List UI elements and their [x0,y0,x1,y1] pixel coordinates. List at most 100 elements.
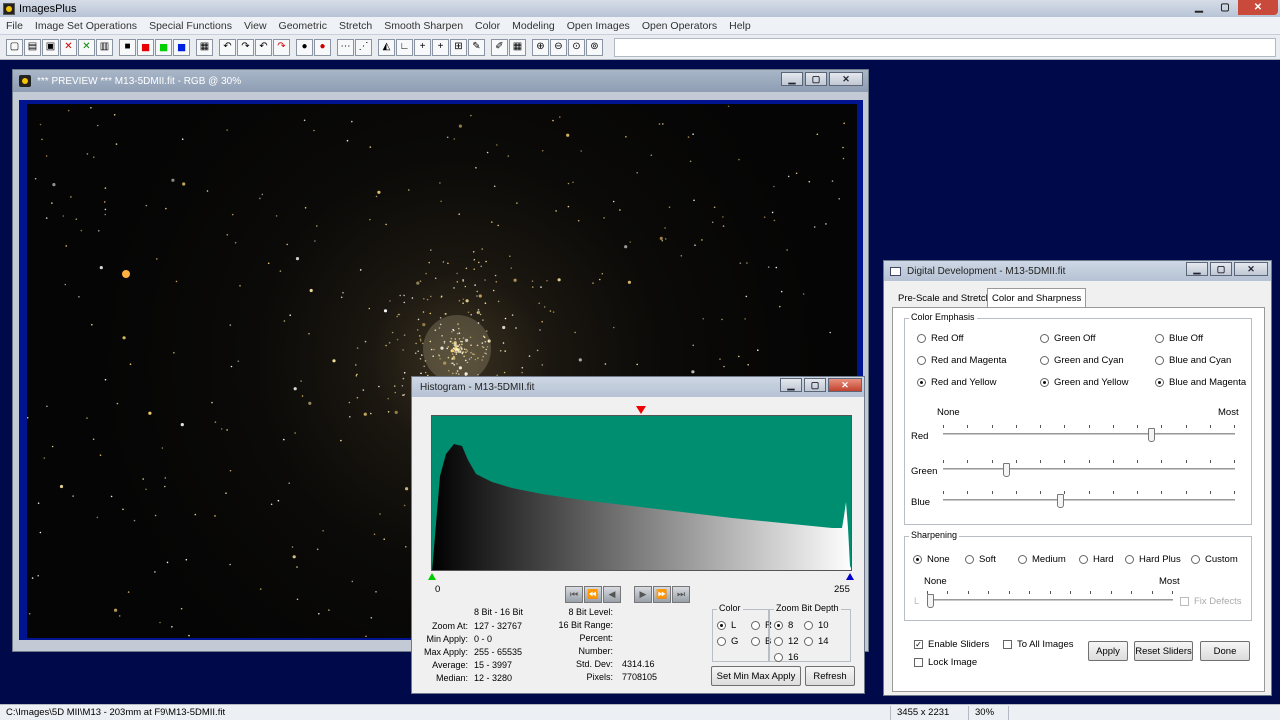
emphasis-radio-red-and-magenta-dot[interactable] [917,356,926,365]
menu-item-smooth-sharpen[interactable]: Smooth Sharpen [378,20,469,32]
set-min-max-apply-button[interactable]: Set Min Max Apply [711,666,801,686]
sharpening-radio-soft-dot[interactable] [965,555,974,564]
max-apply-marker[interactable] [846,573,854,580]
zoom-radio-14[interactable]: 14 [804,636,829,647]
zoom-radio-12[interactable]: 12 [774,636,799,647]
zoom-out-icon[interactable]: ⊖ [550,38,567,56]
midpoint-marker[interactable] [636,406,646,414]
point-icon[interactable]: ● [296,38,313,56]
back-button[interactable]: ◀ [603,586,621,603]
paint-icon[interactable]: ✎ [468,38,485,56]
histogram-plot[interactable] [431,415,852,571]
zoom-fit-icon[interactable]: ⊙ [568,38,585,56]
emphasis-radio-red-and-magenta[interactable]: Red and Magenta [917,355,1007,366]
green-channel-icon[interactable]: ■ [155,38,172,56]
slider-blue[interactable] [943,491,1235,509]
minimize-button[interactable]: ▁ [1186,0,1212,15]
preview-maximize-button[interactable]: ▢ [805,72,827,86]
redo-icon[interactable]: ↷ [237,38,254,56]
lock-image-checkbox[interactable]: Lock Image [914,657,977,668]
emphasis-radio-red-and-yellow[interactable]: Red and Yellow [917,377,997,388]
grid-overlay-icon[interactable]: ⊞ [450,38,467,56]
menu-item-file[interactable]: File [0,20,29,32]
slider-blue-thumb[interactable] [1057,494,1064,508]
zoom-actual-icon[interactable]: ⊚ [586,38,603,56]
emphasis-radio-blue-and-cyan-dot[interactable] [1155,356,1164,365]
red-channel-icon[interactable]: ■ [137,38,154,56]
zoom-radio-8[interactable]: 8 [774,620,793,631]
emphasis-radio-green-off[interactable]: Green Off [1040,333,1096,344]
refresh-button[interactable]: Refresh [805,666,855,686]
menu-item-view[interactable]: View [238,20,273,32]
tab-color-and-sharpness[interactable]: Color and Sharpness [987,288,1087,307]
emphasis-radio-green-and-yellow[interactable]: Green and Yellow [1040,377,1128,388]
close-green-x-icon[interactable]: ✕ [78,38,95,56]
menu-item-geometric[interactable]: Geometric [273,20,333,32]
tab-pre-scale-and-stretch[interactable]: Pre-Scale and Stretch [894,290,995,307]
pencil-icon[interactable]: ✐ [491,38,508,56]
dd-close-button[interactable]: ✕ [1234,262,1268,276]
zoom-radio-16-dot[interactable] [774,653,783,662]
table-icon[interactable]: ▦ [509,38,526,56]
color-radio-g[interactable]: G [717,636,738,647]
slider-red[interactable] [943,425,1235,443]
sharpening-radio-none[interactable]: None [913,554,950,565]
emphasis-radio-red-off-dot[interactable] [917,334,926,343]
sharpening-radio-hard-plus-dot[interactable] [1125,555,1134,564]
to-all-images-checkbox[interactable]: To All Images [1003,639,1074,650]
sharpening-radio-none-dot[interactable] [913,555,922,564]
menu-item-special-functions[interactable]: Special Functions [143,20,238,32]
emphasis-radio-blue-off[interactable]: Blue Off [1155,333,1203,344]
zoom-radio-14-dot[interactable] [804,637,813,646]
menu-item-open-operators[interactable]: Open Operators [636,20,723,32]
menu-item-help[interactable]: Help [723,20,757,32]
sharpening-slider[interactable] [927,591,1173,609]
slider-green-thumb[interactable] [1003,463,1010,477]
open-folder-icon[interactable]: ▤ [24,38,41,56]
new-file-icon[interactable]: ▢ [6,38,23,56]
sharpening-radio-medium[interactable]: Medium [1018,554,1066,565]
emphasis-radio-green-and-yellow-dot[interactable] [1040,378,1049,387]
color-radio-l[interactable]: L [717,620,736,631]
grid-icon[interactable]: ▦ [196,38,213,56]
menu-item-color[interactable]: Color [469,20,506,32]
histogram-maximize-button[interactable]: ▢ [804,378,826,392]
reset-sliders-button[interactable]: Reset Sliders [1134,641,1193,661]
menu-item-stretch[interactable]: Stretch [333,20,378,32]
min-apply-marker[interactable] [428,573,436,580]
histogram-close-button[interactable]: ✕ [828,378,862,392]
sharpening-slider-thumb[interactable] [927,594,934,608]
color-radio-r-dot[interactable] [751,621,760,630]
first-button[interactable]: ⏮ [565,586,583,603]
histogram-window[interactable]: Histogram - M13-5DMII.fit ▁ ▢ ✕ 0 255 ⏮ ⏪… [411,376,865,694]
zoom-radio-16[interactable]: 16 [774,652,799,663]
histogram-minimize-button[interactable]: ▁ [780,378,802,392]
emphasis-radio-green-and-cyan[interactable]: Green and Cyan [1040,355,1124,366]
copy-icon[interactable]: ▥ [96,38,113,56]
sharpening-radio-medium-dot[interactable] [1018,555,1027,564]
emphasis-radio-green-and-cyan-dot[interactable] [1040,356,1049,365]
zoom-radio-12-dot[interactable] [774,637,783,646]
undo-red-icon[interactable]: ↶ [255,38,272,56]
preview-minimize-button[interactable]: ▁ [781,72,803,86]
slider-green[interactable] [943,460,1235,478]
emphasis-radio-blue-and-magenta-dot[interactable] [1155,378,1164,387]
lock-image-box[interactable] [914,658,923,667]
levels-icon[interactable]: ◭ [378,38,395,56]
dd-minimize-button[interactable]: ▁ [1186,262,1208,276]
emphasis-radio-red-and-yellow-dot[interactable] [917,378,926,387]
save-icon[interactable]: ▣ [42,38,59,56]
color-radio-g-dot[interactable] [717,637,726,646]
close-red-x-icon[interactable]: ✕ [60,38,77,56]
enable-sliders-checkbox[interactable]: ✓ Enable Sliders [914,639,989,650]
rgb-channels-icon[interactable]: ■ [119,38,136,56]
dd-maximize-button[interactable]: ▢ [1210,262,1232,276]
redo-red-icon[interactable]: ↷ [273,38,290,56]
fix-defects-checkbox[interactable]: Fix Defects [1180,596,1242,607]
sharpening-radio-hard-plus[interactable]: Hard Plus [1125,554,1181,565]
blue-channel-icon[interactable]: ■ [173,38,190,56]
sharpening-radio-custom-dot[interactable] [1191,555,1200,564]
zoom-in-icon[interactable]: ⊕ [532,38,549,56]
crosshair-icon[interactable]: + [414,38,431,56]
slider-red-thumb[interactable] [1148,428,1155,442]
